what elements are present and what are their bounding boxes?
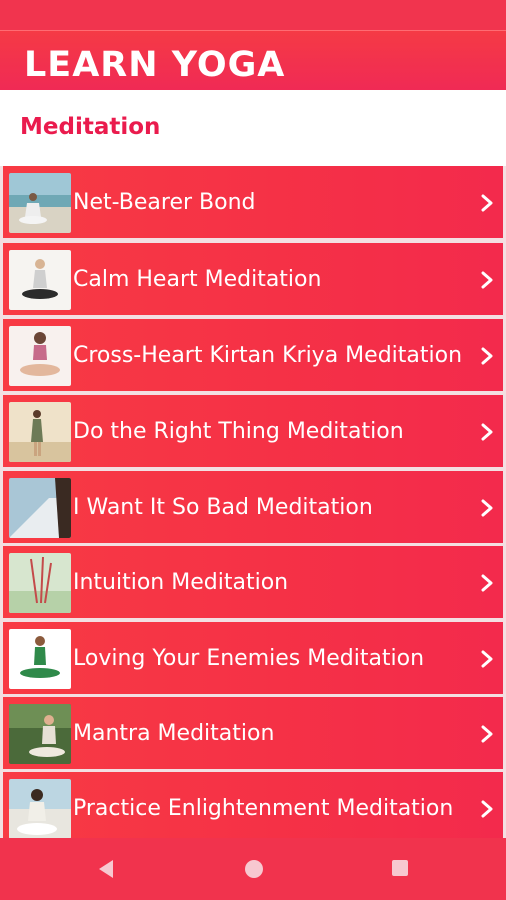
beach-meditation-thumbnail: [9, 173, 71, 233]
section-title: Meditation: [20, 114, 161, 140]
chevron-right-icon: [481, 725, 493, 743]
list-item[interactable]: Calm Heart Meditation: [3, 243, 503, 315]
list-item[interactable]: Cross-Heart Kirtan Kriya Meditation: [3, 319, 503, 391]
status-bar: [0, 0, 506, 30]
outdoor-meditation-thumbnail: [9, 704, 71, 764]
meditation-list: Net-Bearer Bond Calm Heart Meditation Cr…: [0, 166, 506, 838]
chevron-right-icon: [481, 650, 493, 668]
recents-icon[interactable]: [390, 858, 410, 878]
list-item[interactable]: Do the Right Thing Meditation: [3, 395, 503, 467]
back-icon[interactable]: [96, 858, 116, 880]
system-nav-bar: [0, 838, 506, 900]
chevron-right-icon: [481, 347, 493, 365]
item-label: Intuition Meditation: [73, 570, 289, 595]
list-item[interactable]: Intuition Meditation: [3, 546, 503, 618]
list-item[interactable]: Mantra Meditation: [3, 697, 503, 769]
side-profile-thumbnail: [9, 478, 71, 538]
standing-beach-thumbnail: [9, 402, 71, 462]
chevron-right-icon: [481, 194, 493, 212]
green-outfit-pose-thumbnail: [9, 629, 71, 689]
section-header: Meditation: [0, 90, 506, 166]
item-label: Practice Enlightenment Meditation: [73, 796, 454, 821]
home-icon[interactable]: [243, 858, 265, 880]
app-title: LEARN YOGA: [24, 45, 286, 85]
chevron-right-icon: [481, 800, 493, 818]
list-item[interactable]: Net-Bearer Bond: [3, 166, 503, 238]
chevron-right-icon: [481, 499, 493, 517]
seated-meditation-thumbnail: [9, 250, 71, 310]
item-label: Calm Heart Meditation: [73, 267, 322, 292]
list-item[interactable]: I Want It So Bad Meditation: [3, 471, 503, 543]
chevron-right-icon: [481, 271, 493, 289]
item-label: Do the Right Thing Meditation: [73, 419, 404, 444]
seaside-meditation-thumbnail: [9, 779, 71, 838]
chevron-right-icon: [481, 574, 493, 592]
item-label: Loving Your Enemies Meditation: [73, 646, 425, 671]
list-item[interactable]: Practice Enlightenment Meditation: [3, 772, 503, 838]
item-label: Cross-Heart Kirtan Kriya Meditation: [73, 343, 463, 368]
chevron-right-icon: [481, 423, 493, 441]
item-label: Mantra Meditation: [73, 721, 275, 746]
incense-sticks-thumbnail: [9, 553, 71, 613]
item-label: Net-Bearer Bond: [73, 190, 256, 215]
item-label: I Want It So Bad Meditation: [73, 495, 373, 520]
seated-pose-thumbnail: [9, 326, 71, 386]
app-bar: LEARN YOGA: [0, 30, 506, 90]
list-item[interactable]: Loving Your Enemies Meditation: [3, 622, 503, 694]
